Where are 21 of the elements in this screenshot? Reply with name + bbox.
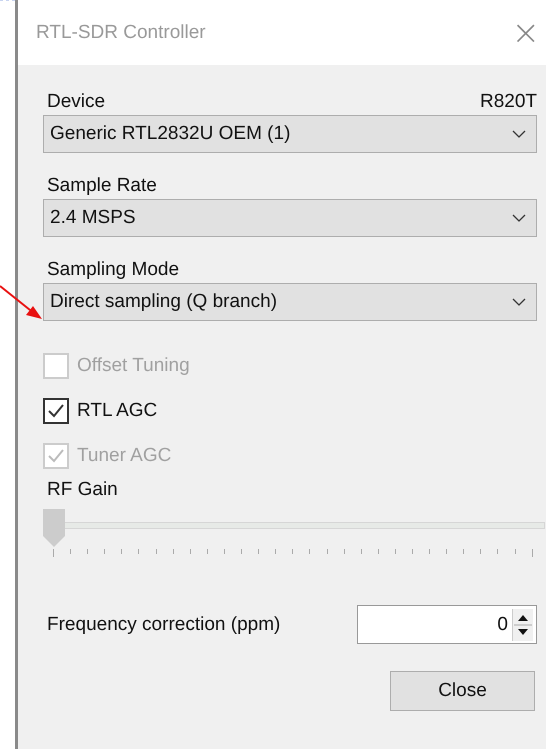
checkbox[interactable]: [43, 398, 69, 424]
checkbox-label: RTL AGC: [77, 400, 158, 422]
window-title: RTL-SDR Controller: [36, 22, 206, 44]
slider-label: RF Gain: [46, 479, 118, 501]
dropdown[interactable]: 2.4 MSPS: [43, 199, 537, 237]
chevron-down-icon: [512, 214, 526, 222]
dropdown[interactable]: Generic RTL2832U OEM (1): [43, 115, 537, 153]
number-field[interactable]: 0: [357, 605, 537, 644]
close-button[interactable]: ×: [506, 16, 546, 50]
tuner-label: R820T: [480, 91, 537, 113]
close-button[interactable]: Close: [390, 671, 535, 711]
chevron-down-icon: [512, 298, 526, 306]
field-label: Device: [47, 91, 106, 113]
chevron-down-icon: [512, 130, 526, 138]
checkbox-label: Offset Tuning: [77, 355, 190, 377]
dropdown[interactable]: Direct sampling (Q branch): [43, 283, 537, 321]
checkbox-label: Tuner AGC: [77, 445, 172, 467]
field-label: Sampling Mode: [47, 259, 180, 281]
field-label: Sample Rate: [47, 175, 157, 197]
spinner-arrows-icon[interactable]: [512, 608, 533, 640]
field-label: Frequency correction (ppm): [47, 614, 280, 636]
